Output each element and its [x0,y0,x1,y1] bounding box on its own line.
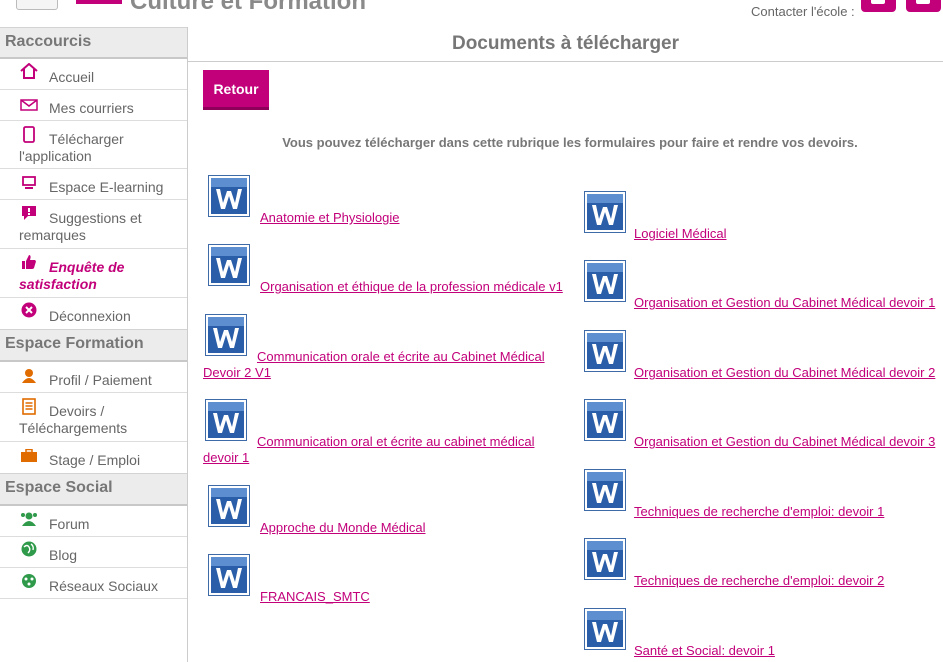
globe-icon [20,541,38,557]
sidebar-item-suggestions[interactable]: Suggestions et remarques [0,200,187,249]
sidebar-item-enquete[interactable]: Enquête de satisfaction [0,249,187,298]
document-link-text: Organisation et Gestion du Cabinet Médic… [634,295,936,310]
document-link[interactable]: Organisation et Gestion du Cabinet Médic… [584,295,943,311]
user-icon [20,368,38,384]
intro-text: Vous pouvez télécharger dans cette rubri… [282,135,858,150]
document-link-text: Communication orale et écrite au Cabinet… [257,349,545,364]
document-link-text: Logiciel Médical [634,226,727,241]
sidebar-item-devoirs[interactable]: Devoirs / Téléchargements [0,393,187,442]
briefcase-icon [20,448,38,464]
sidebar-item-label: Accueil [49,69,95,85]
sidebar-item-label: Espace E-learning [49,179,164,195]
users-icon [20,511,38,527]
document-link-text-line2: Devoir 2 V1 [203,365,271,380]
document-link[interactable]: Communication oral et écrite au cabinet … [203,434,563,466]
document-link[interactable]: Approche du Monde Médical [206,520,566,536]
document-link[interactable]: Techniques de recherche d'emploi: devoir… [584,504,943,520]
network-icon [20,573,38,589]
document-link-text: Anatomie et Physiologie [260,210,400,225]
sidebar-item-label: Réseaux Sociaux [49,578,158,594]
document-link[interactable]: Communication orale et écrite au Cabinet… [203,349,563,381]
document-link[interactable]: Organisation et Gestion du Cabinet Médic… [584,365,943,381]
contact-phone-button[interactable] [861,0,896,12]
sidebar-item-forum[interactable]: Forum [0,506,187,537]
document-link-text: FRANCAIS_SMTC [260,589,370,604]
document-link-text: Techniques de recherche d'emploi: devoir… [634,573,885,588]
sidebar-item-accueil[interactable]: Accueil [0,59,187,90]
sidebar-item-elearning[interactable]: Espace E-learning [0,169,187,200]
mail-icon [20,97,38,113]
document-link-text: Organisation et éthique de la profession… [260,279,563,294]
document-link[interactable]: Santé et Social: devoir 1 [584,643,943,659]
sidebar-item-label: Stage / Emploi [49,452,141,468]
sidebar-item-label: Blog [49,547,78,563]
document-link-text: Approche du Monde Médical [260,520,426,535]
document-link-text-line2: devoir 1 [203,450,250,465]
document-link[interactable]: Anatomie et Physiologie [206,210,566,226]
document-list-icon [20,397,38,415]
thumbs-up-icon [20,254,38,270]
sidebar-item-reseaux[interactable]: Réseaux Sociaux [0,568,187,599]
document-link[interactable]: Organisation et Gestion du Cabinet Médic… [584,434,943,450]
sidebar-item-label: Déconnexion [49,308,131,324]
section-title-social: Espace Social [0,473,187,506]
sidebar-item-blog[interactable]: Blog [0,537,187,568]
sidebar-item-deconnexion[interactable]: Déconnexion [0,298,187,329]
phone-icon [20,125,38,143]
section-title-raccourcis: Raccourcis [0,27,187,59]
sidebar-item-courriers[interactable]: Mes courriers [0,90,187,121]
section-title-formation: Espace Formation [0,329,187,362]
sidebar-item-label: Profil / Paiement [49,372,152,388]
phone-icon [871,0,885,4]
main-content: Documents à télécharger Retour Vous pouv… [188,27,943,662]
document-link-text: Organisation et Gestion du Cabinet Médic… [634,434,936,449]
mail-icon [916,0,930,4]
page-title: Documents à télécharger [188,27,943,62]
sidebar-item-label: Mes courriers [49,100,134,116]
document-link[interactable]: FRANCAIS_SMTC [206,589,566,605]
monitor-icon [20,175,38,191]
menu-button[interactable] [16,0,58,10]
contact-label: Contacter l'école : [751,4,855,19]
sidebar-item-label: Forum [49,516,90,532]
brand-title: Culture et Formation [130,0,367,15]
top-header: Culture et Formation Contacter l'école : [0,0,943,27]
close-circle-icon [20,302,38,318]
comment-alert-icon [20,205,38,221]
document-link-text: Organisation et Gestion du Cabinet Médic… [634,365,936,380]
logo-icon [76,0,122,4]
sidebar-item-application[interactable]: Télécharger l'application [0,121,187,169]
document-link[interactable]: Organisation et éthique de la profession… [206,279,566,295]
document-link-text: Santé et Social: devoir 1 [634,643,775,658]
document-link-text: Communication oral et écrite au cabinet … [257,434,535,449]
sidebar: Raccourcis Accueil Mes courriers Télécha… [0,27,188,662]
sidebar-item-profil[interactable]: Profil / Paiement [0,362,187,393]
sidebar-item-stage[interactable]: Stage / Emploi [0,442,187,473]
home-icon [20,63,38,79]
document-link-text: Techniques de recherche d'emploi: devoir… [634,504,885,519]
document-link[interactable]: Techniques de recherche d'emploi: devoir… [584,573,943,589]
document-link[interactable]: Logiciel Médical [584,226,943,242]
back-button[interactable]: Retour [203,70,269,110]
contact-mail-button[interactable] [906,0,941,12]
